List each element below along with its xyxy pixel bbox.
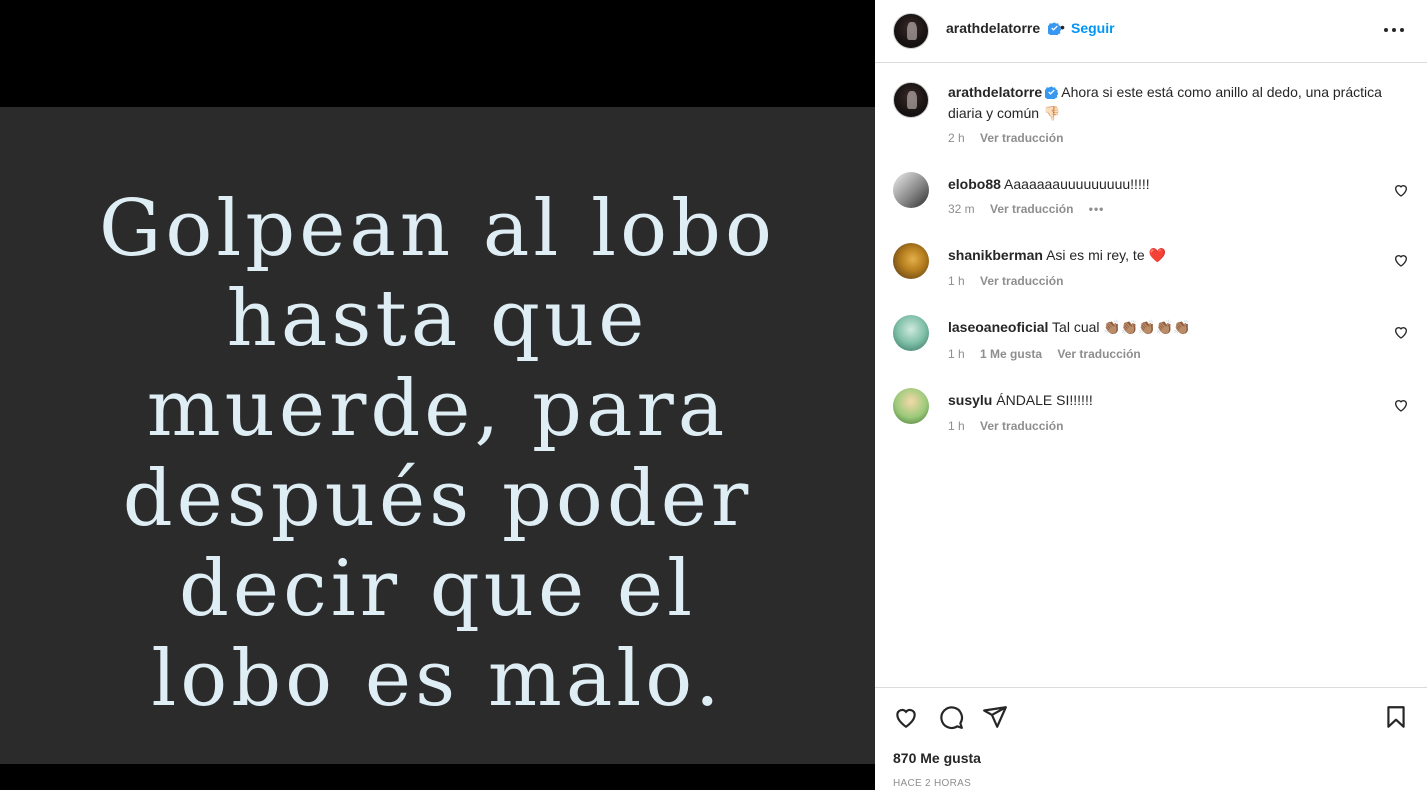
comment-meta: 1 h Ver traducción	[948, 274, 1075, 288]
caption-text-wrap: arathdelatorre Ahora si este está como a…	[948, 82, 1388, 125]
comment-time[interactable]: 1 h	[948, 347, 965, 361]
comment-username[interactable]: susylu	[948, 392, 992, 408]
comment-item: shanikberman Asi es mi rey, te ❤️ 1 h Ve…	[875, 243, 1427, 293]
comment-emoji: ❤️	[1148, 248, 1166, 264]
owner-name-wrap: arathdelatorre	[946, 20, 1061, 38]
comment-text: Tal cual	[1052, 319, 1100, 335]
post-sidebar: arathdelatorre • Seguir arathdelatorre A…	[875, 0, 1427, 790]
verified-badge-icon	[1047, 22, 1061, 35]
comment-meta: 32 m Ver traducción •••	[948, 202, 1116, 216]
commenter-avatar[interactable]	[893, 243, 929, 279]
comment-text-wrap: susylu ÁNDALE SI!!!!!!	[948, 390, 1388, 411]
caption-meta: 2 h Ver traducción	[948, 131, 1075, 145]
bookmark-icon[interactable]	[1383, 704, 1409, 730]
caption: arathdelatorre Ahora si este está como a…	[875, 80, 1427, 150]
post-header: arathdelatorre • Seguir	[875, 0, 1427, 63]
comment-item: elobo88 Aaaaaaauuuuuuuuu!!!!! 32 m Ver t…	[875, 172, 1427, 222]
comment-meta: 1 h Ver traducción	[948, 419, 1075, 433]
comment-translate-link[interactable]: Ver traducción	[1057, 347, 1140, 361]
comment-text: ÁNDALE SI!!!!!!	[996, 392, 1093, 408]
comment-text: Asi es mi rey, te	[1046, 247, 1145, 263]
comment-time[interactable]: 1 h	[948, 274, 965, 288]
like-comment-heart-icon[interactable]	[1393, 397, 1409, 413]
comment-text-wrap: laseoaneoficial Tal cual 👏🏽👏🏽👏🏽👏🏽👏🏽	[948, 317, 1388, 339]
comment-icon[interactable]	[938, 704, 964, 730]
verified-badge-icon	[1045, 86, 1059, 99]
like-comment-heart-icon[interactable]	[1393, 252, 1409, 268]
comment-text: Aaaaaaauuuuuuuuu!!!!!	[1004, 176, 1150, 192]
more-options-icon[interactable]	[1380, 18, 1408, 42]
comment-text-wrap: elobo88 Aaaaaaauuuuuuuuu!!!!!	[948, 174, 1388, 195]
separator-dot: •	[1060, 19, 1065, 35]
comment-translate-link[interactable]: Ver traducción	[980, 274, 1063, 288]
commenter-avatar[interactable]	[893, 388, 929, 424]
comment-more-options[interactable]: •••	[1089, 202, 1105, 216]
comment-username[interactable]: shanikberman	[948, 247, 1043, 263]
comment-item: laseoaneoficial Tal cual 👏🏽👏🏽👏🏽👏🏽👏🏽 1 h …	[875, 315, 1427, 365]
commenter-avatar[interactable]	[893, 315, 929, 351]
comment-translate-link[interactable]: Ver traducción	[980, 419, 1063, 433]
like-count[interactable]: 870 Me gusta	[893, 750, 981, 766]
comment-translate-link[interactable]: Ver traducción	[990, 202, 1073, 216]
caption-avatar[interactable]	[893, 82, 929, 118]
heart-icon[interactable]	[893, 704, 919, 730]
comment-likes[interactable]: 1 Me gusta	[980, 347, 1042, 361]
comment-username[interactable]: elobo88	[948, 176, 1001, 192]
owner-avatar[interactable]	[893, 13, 929, 49]
commenter-avatar[interactable]	[893, 172, 929, 208]
follow-button[interactable]: Seguir	[1071, 20, 1115, 36]
post-quote-text: Golpean al lobo hasta que muerde, para d…	[99, 184, 776, 724]
like-comment-heart-icon[interactable]	[1393, 182, 1409, 198]
post-timestamp[interactable]: HACE 2 HORAS	[893, 778, 971, 789]
post-image[interactable]: Golpean al lobo hasta que muerde, para d…	[0, 107, 875, 764]
caption-emoji: 👎🏻	[1042, 106, 1061, 122]
post-media: Golpean al lobo hasta que muerde, para d…	[0, 0, 875, 790]
share-icon[interactable]	[982, 704, 1008, 730]
post-actions: 870 Me gusta HACE 2 HORAS	[875, 687, 1427, 790]
comment-item: susylu ÁNDALE SI!!!!!! 1 h Ver traducció…	[875, 388, 1427, 438]
caption-username[interactable]: arathdelatorre	[948, 84, 1042, 100]
caption-translate-link[interactable]: Ver traducción	[980, 131, 1063, 145]
caption-time[interactable]: 2 h	[948, 131, 965, 145]
comment-meta: 1 h 1 Me gusta Ver traducción	[948, 347, 1153, 361]
comment-time[interactable]: 32 m	[948, 202, 975, 216]
like-comment-heart-icon[interactable]	[1393, 324, 1409, 340]
comment-text-wrap: shanikberman Asi es mi rey, te ❤️	[948, 245, 1388, 267]
comment-username[interactable]: laseoaneoficial	[948, 319, 1048, 335]
owner-username[interactable]: arathdelatorre	[946, 20, 1040, 36]
comment-time[interactable]: 1 h	[948, 419, 965, 433]
comment-emoji: 👏🏽👏🏽👏🏽👏🏽👏🏽	[1103, 320, 1191, 336]
